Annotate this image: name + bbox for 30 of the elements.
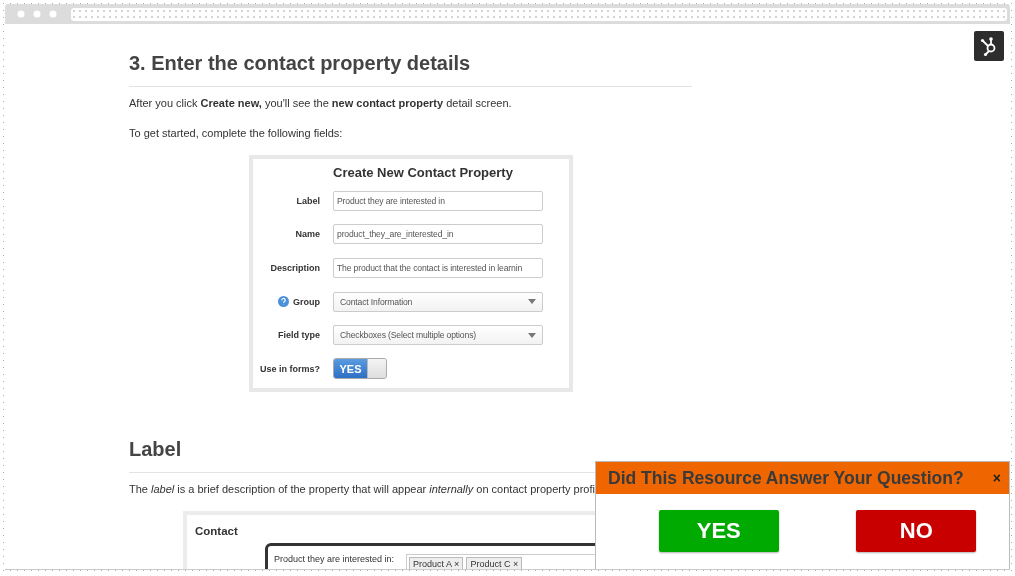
description-text: The label is a brief description of the property that will appear internally on contact property profi bbox=[129, 481, 595, 497]
window-controls-icon bbox=[17, 10, 57, 18]
field-label: Name bbox=[295, 229, 320, 240]
tag-chip[interactable]: Product C × bbox=[466, 556, 523, 569]
help-icon[interactable] bbox=[278, 296, 289, 308]
field-label: Label bbox=[296, 195, 320, 206]
field-label: Product they are interested in: bbox=[274, 553, 395, 564]
text-field[interactable]: product_they_are_interested_in bbox=[333, 224, 543, 245]
form-title: Create New Contact Property bbox=[333, 165, 514, 180]
tag-chip[interactable]: Product A × bbox=[409, 556, 464, 569]
field-label: Group bbox=[293, 296, 320, 307]
instruction-text: To get started, complete the following fields: bbox=[129, 126, 344, 141]
toggle-switch[interactable]: YES bbox=[333, 358, 387, 380]
text-field[interactable]: The product that the contact is interested in learnin bbox=[333, 258, 543, 278]
no-button[interactable]: NO bbox=[856, 510, 977, 552]
text-field[interactable]: Product they are interested in bbox=[333, 190, 543, 211]
dropdown[interactable]: Contact Information bbox=[333, 291, 543, 312]
intro-text: After you click Create new, you'll see the new contact property detail screen. bbox=[129, 96, 513, 111]
caret-icon bbox=[528, 299, 536, 305]
field-label: Field type bbox=[278, 330, 320, 341]
field-label: Use in forms? bbox=[260, 363, 320, 374]
popup-question: Did This Resource Answer Your Question? bbox=[608, 467, 964, 489]
caret-icon bbox=[528, 332, 536, 338]
close-button[interactable]: × bbox=[992, 470, 1001, 486]
network-logo-icon[interactable] bbox=[974, 31, 1004, 61]
example-title: Contact bbox=[195, 524, 238, 537]
section-heading: 3. Enter the contact property details bbox=[129, 52, 472, 75]
section-heading: Label bbox=[129, 437, 183, 461]
dropdown[interactable]: Checkboxes (Select multiple options) bbox=[333, 325, 543, 346]
field-label: Description bbox=[270, 263, 320, 273]
